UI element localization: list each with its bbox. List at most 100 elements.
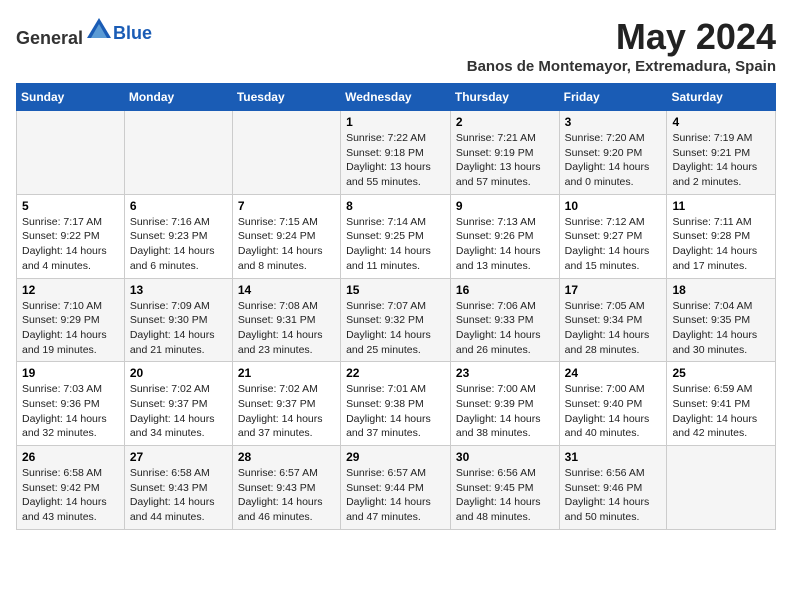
day-number: 30 [456, 450, 554, 464]
day-number: 18 [672, 283, 770, 297]
calendar-cell: 15Sunrise: 7:07 AMSunset: 9:32 PMDayligh… [341, 278, 451, 362]
day-info: Sunrise: 6:56 AMSunset: 9:45 PMDaylight:… [456, 466, 554, 525]
calendar-cell: 1 Sunrise: 7:22 AMSunset: 9:18 PMDaylight… [341, 111, 451, 195]
day-number: 5 [22, 199, 119, 213]
calendar-cell: 24Sunrise: 7:00 AMSunset: 9:40 PMDayligh… [559, 362, 667, 446]
day-info: Sunrise: 6:58 AMSunset: 9:43 PMDaylight:… [130, 466, 227, 525]
location-title: Banos de Montemayor, Extremadura, Spain [467, 58, 776, 75]
calendar-cell: 30 Sunrise: 6:56 AMSunset: 9:45 PMDayligh… [450, 446, 559, 530]
day-info: Sunrise: 7:07 AMSunset: 9:32 PMDaylight:… [346, 299, 445, 358]
day-number: 11 [672, 199, 770, 213]
day-number: 25 [672, 366, 770, 380]
day-info: Sunrise: 7:02 AMSunset: 9:37 PMDaylight:… [238, 382, 335, 441]
day-number: 27 [130, 450, 227, 464]
day-number: 23 [456, 366, 554, 380]
day-number: 12 [22, 283, 119, 297]
day-info: Sunrise: 7:10 AMSunset: 9:29 PMDaylight:… [22, 299, 119, 358]
calendar-cell: 27 Sunrise: 6:58 AMSunset: 9:43 PMDayligh… [124, 446, 232, 530]
weekday-header-monday: Monday [124, 84, 232, 111]
day-info: Sunrise: 7:08 AMSunset: 9:31 PMDaylight:… [238, 299, 335, 358]
calendar-cell: 4Sunrise: 7:19 AMSunset: 9:21 PMDaylight… [667, 111, 776, 195]
day-info: Sunrise: 6:56 AMSunset: 9:46 PMDaylight:… [565, 466, 662, 525]
day-number: 21 [238, 366, 335, 380]
calendar-table: SundayMondayTuesdayWednesdayThursdayFrid… [16, 83, 776, 530]
month-year-title: May 2024 [467, 16, 776, 58]
day-info: Sunrise: 6:58 AMSunset: 9:42 PMDaylight:… [22, 466, 119, 525]
weekday-header-saturday: Saturday [667, 84, 776, 111]
day-info: Sunrise: 7:13 AMSunset: 9:26 PMDaylight:… [456, 215, 554, 274]
day-number: 31 [565, 450, 662, 464]
calendar-cell: 14 Sunrise: 7:08 AMSunset: 9:31 PMDayligh… [232, 278, 340, 362]
day-info: Sunrise: 7:09 AMSunset: 9:30 PMDaylight:… [130, 299, 227, 358]
week-row-5: 26 Sunrise: 6:58 AMSunset: 9:42 PMDayligh… [17, 446, 776, 530]
day-info: Sunrise: 7:22 AMSunset: 9:18 PMDaylight:… [346, 131, 445, 190]
calendar-cell: 17Sunrise: 7:05 AMSunset: 9:34 PMDayligh… [559, 278, 667, 362]
week-row-3: 12 Sunrise: 7:10 AMSunset: 9:29 PMDayligh… [17, 278, 776, 362]
day-number: 28 [238, 450, 335, 464]
calendar-cell: 19Sunrise: 7:03 AMSunset: 9:36 PMDayligh… [17, 362, 125, 446]
day-info: Sunrise: 7:05 AMSunset: 9:34 PMDaylight:… [565, 299, 662, 358]
day-number: 16 [456, 283, 554, 297]
weekday-header-row: SundayMondayTuesdayWednesdayThursdayFrid… [17, 84, 776, 111]
day-number: 4 [672, 115, 770, 129]
weekday-header-wednesday: Wednesday [341, 84, 451, 111]
day-info: Sunrise: 7:02 AMSunset: 9:37 PMDaylight:… [130, 382, 227, 441]
week-row-2: 5 Sunrise: 7:17 AMSunset: 9:22 PMDaylight… [17, 194, 776, 278]
calendar-cell: 22 Sunrise: 7:01 AMSunset: 9:38 PMDayligh… [341, 362, 451, 446]
calendar-cell: 6 Sunrise: 7:16 AMSunset: 9:23 PMDaylight… [124, 194, 232, 278]
week-row-1: 1 Sunrise: 7:22 AMSunset: 9:18 PMDaylight… [17, 111, 776, 195]
day-number: 14 [238, 283, 335, 297]
day-info: Sunrise: 7:16 AMSunset: 9:23 PMDaylight:… [130, 215, 227, 274]
day-number: 3 [565, 115, 662, 129]
day-number: 29 [346, 450, 445, 464]
day-info: Sunrise: 7:17 AMSunset: 9:22 PMDaylight:… [22, 215, 119, 274]
day-info: Sunrise: 7:06 AMSunset: 9:33 PMDaylight:… [456, 299, 554, 358]
day-number: 8 [346, 199, 445, 213]
logo-blue: Blue [113, 23, 152, 43]
week-row-4: 19Sunrise: 7:03 AMSunset: 9:36 PMDayligh… [17, 362, 776, 446]
day-number: 20 [130, 366, 227, 380]
calendar-cell: 29 Sunrise: 6:57 AMSunset: 9:44 PMDayligh… [341, 446, 451, 530]
calendar-cell: 8Sunrise: 7:14 AMSunset: 9:25 PMDaylight… [341, 194, 451, 278]
day-info: Sunrise: 7:01 AMSunset: 9:38 PMDaylight:… [346, 382, 445, 441]
day-number: 6 [130, 199, 227, 213]
calendar-cell: 20 Sunrise: 7:02 AMSunset: 9:37 PMDayligh… [124, 362, 232, 446]
weekday-header-thursday: Thursday [450, 84, 559, 111]
day-info: Sunrise: 7:12 AMSunset: 9:27 PMDaylight:… [565, 215, 662, 274]
calendar-cell: 23 Sunrise: 7:00 AMSunset: 9:39 PMDayligh… [450, 362, 559, 446]
calendar-cell: 16 Sunrise: 7:06 AMSunset: 9:33 PMDayligh… [450, 278, 559, 362]
day-info: Sunrise: 7:21 AMSunset: 9:19 PMDaylight:… [456, 131, 554, 190]
weekday-header-sunday: Sunday [17, 84, 125, 111]
logo-general: General [16, 28, 83, 48]
calendar-cell [17, 111, 125, 195]
calendar-cell: 5 Sunrise: 7:17 AMSunset: 9:22 PMDaylight… [17, 194, 125, 278]
day-info: Sunrise: 7:15 AMSunset: 9:24 PMDaylight:… [238, 215, 335, 274]
day-info: Sunrise: 6:57 AMSunset: 9:43 PMDaylight:… [238, 466, 335, 525]
calendar-cell: 18 Sunrise: 7:04 AMSunset: 9:35 PMDayligh… [667, 278, 776, 362]
day-info: Sunrise: 7:20 AMSunset: 9:20 PMDaylight:… [565, 131, 662, 190]
title-area: May 2024 Banos de Montemayor, Extremadur… [467, 16, 776, 75]
calendar-cell [124, 111, 232, 195]
calendar-cell: 13 Sunrise: 7:09 AMSunset: 9:30 PMDayligh… [124, 278, 232, 362]
day-info: Sunrise: 7:00 AMSunset: 9:40 PMDaylight:… [565, 382, 662, 441]
day-number: 26 [22, 450, 119, 464]
header: General Blue May 2024 Banos de Montemayo… [16, 16, 776, 75]
day-info: Sunrise: 7:03 AMSunset: 9:36 PMDaylight:… [22, 382, 119, 441]
day-number: 13 [130, 283, 227, 297]
calendar-cell: 9 Sunrise: 7:13 AMSunset: 9:26 PMDaylight… [450, 194, 559, 278]
weekday-header-tuesday: Tuesday [232, 84, 340, 111]
calendar-cell: 10 Sunrise: 7:12 AMSunset: 9:27 PMDayligh… [559, 194, 667, 278]
day-number: 22 [346, 366, 445, 380]
day-info: Sunrise: 6:59 AMSunset: 9:41 PMDaylight:… [672, 382, 770, 441]
day-number: 1 [346, 115, 445, 129]
day-number: 10 [565, 199, 662, 213]
logo-icon [85, 16, 113, 44]
calendar-cell: 21 Sunrise: 7:02 AMSunset: 9:37 PMDayligh… [232, 362, 340, 446]
day-info: Sunrise: 6:57 AMSunset: 9:44 PMDaylight:… [346, 466, 445, 525]
day-info: Sunrise: 7:00 AMSunset: 9:39 PMDaylight:… [456, 382, 554, 441]
day-info: Sunrise: 7:04 AMSunset: 9:35 PMDaylight:… [672, 299, 770, 358]
day-number: 9 [456, 199, 554, 213]
day-number: 2 [456, 115, 554, 129]
calendar-cell [232, 111, 340, 195]
day-number: 7 [238, 199, 335, 213]
